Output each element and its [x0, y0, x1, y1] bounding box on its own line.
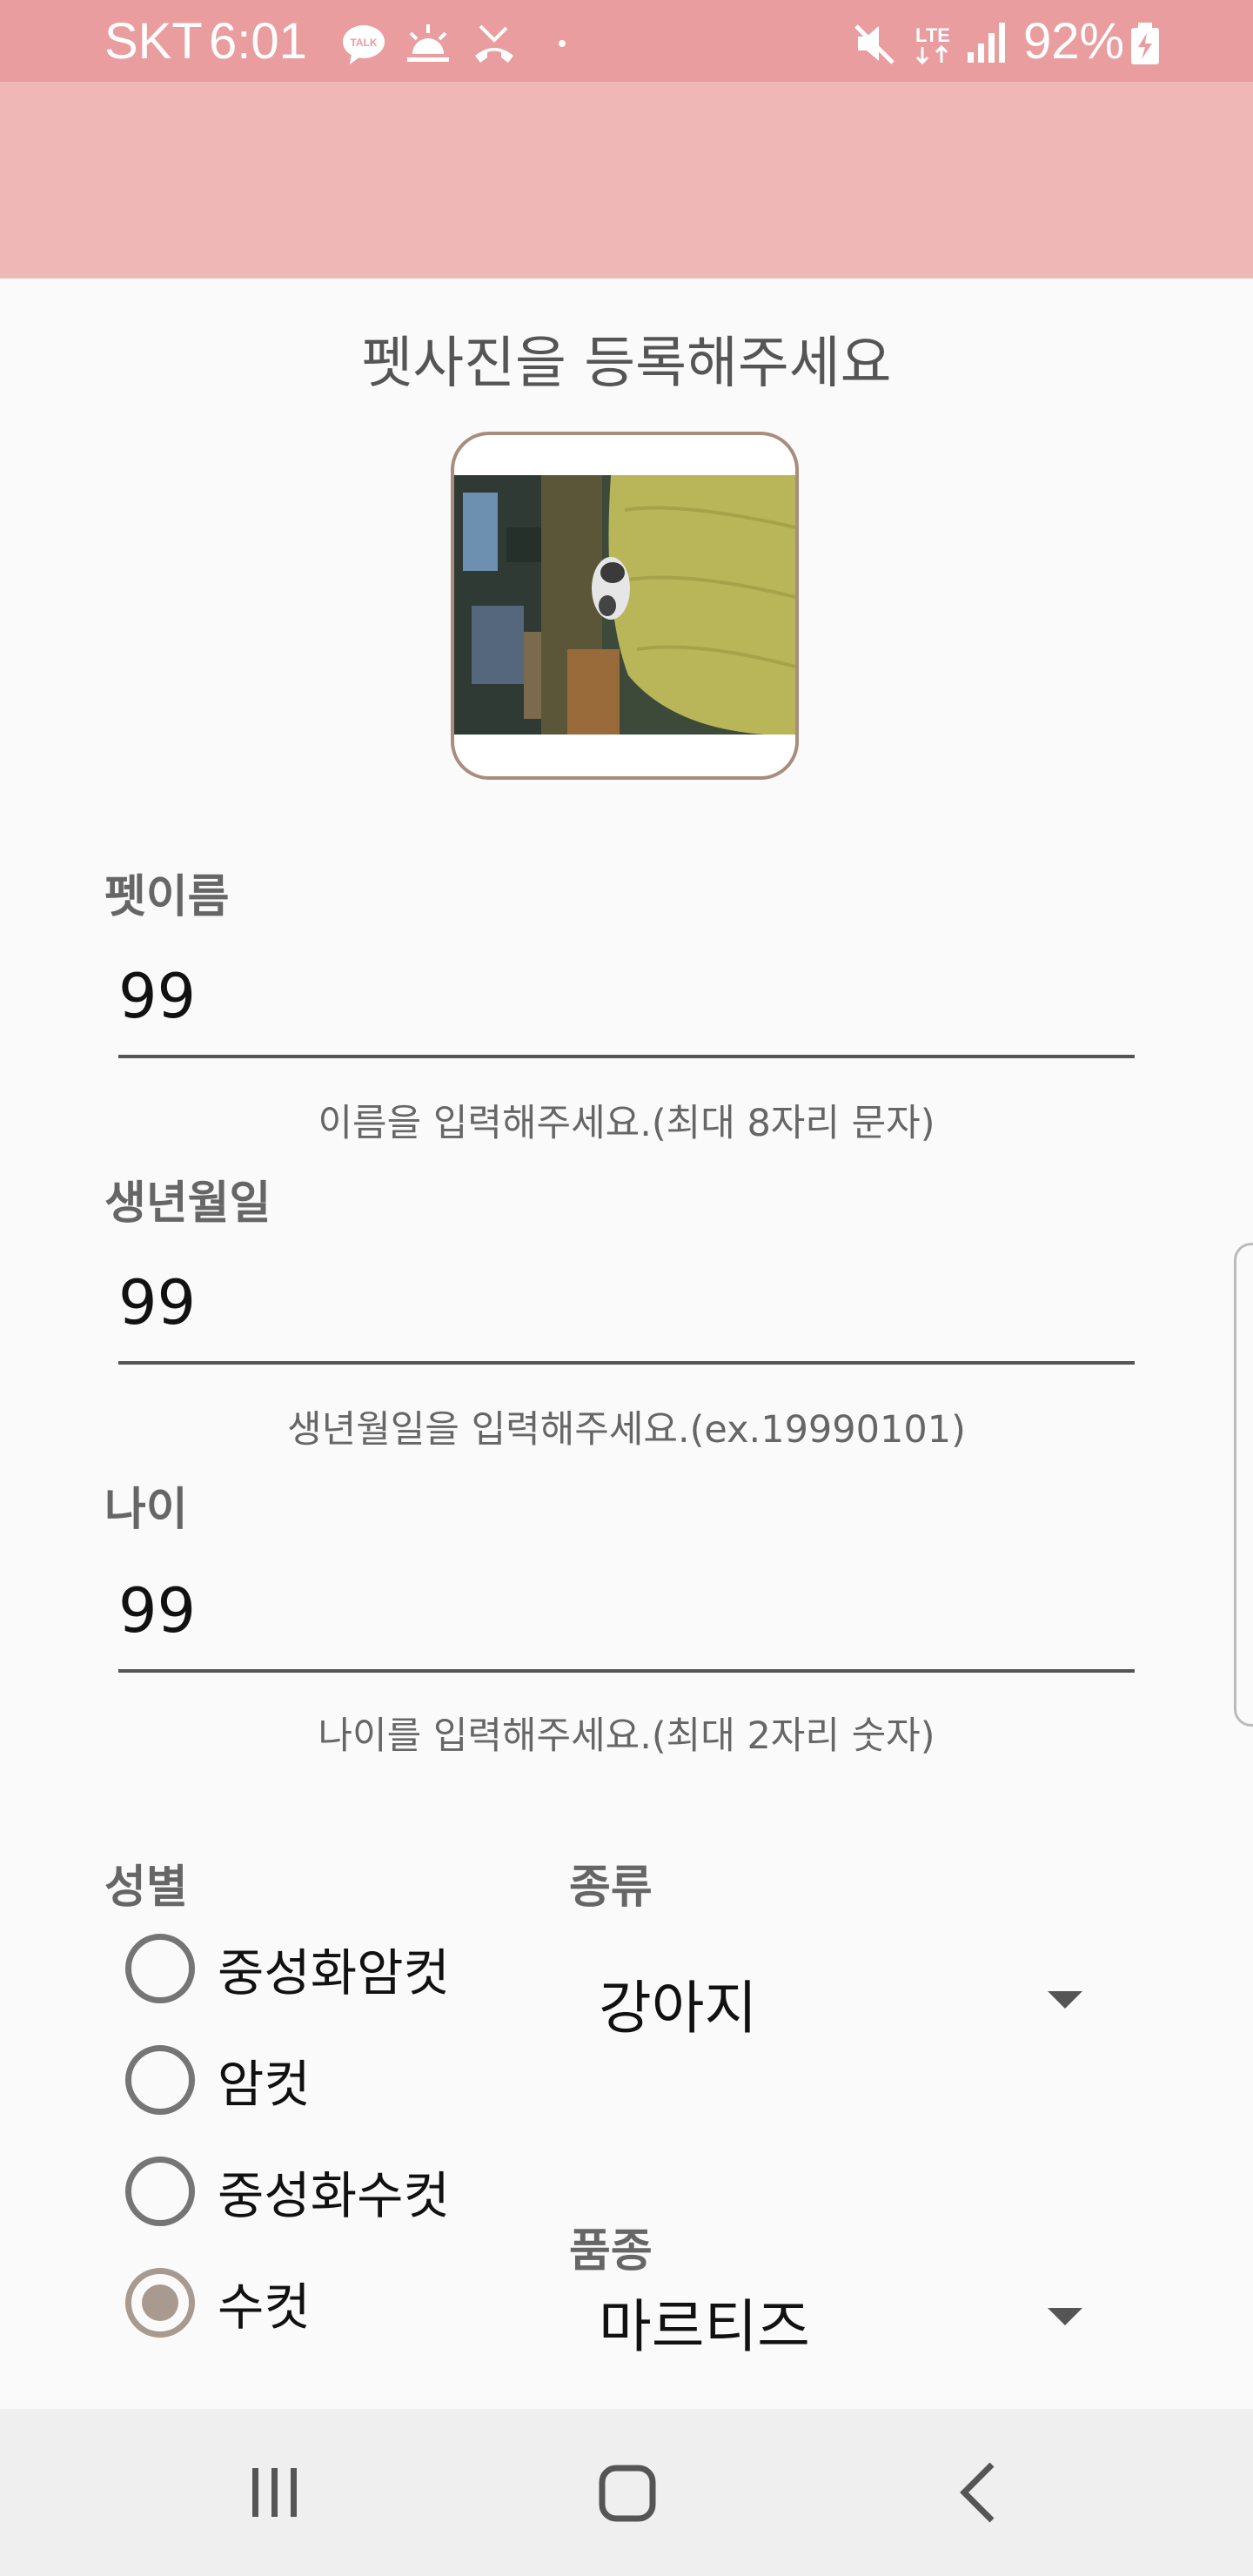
pet-name-label: 펫이름 [104, 871, 230, 923]
birth-date-label: 생년월일 [104, 1177, 271, 1230]
age-label: 나이 [104, 1484, 188, 1536]
pet-photo [454, 475, 795, 735]
pet-name-underline [118, 1055, 1135, 1058]
app-bar [0, 82, 1253, 278]
clock: 6:01 [209, 13, 307, 70]
signal-icon [968, 23, 1005, 63]
gender-radio-neutered-male[interactable] [125, 2157, 195, 2226]
gender-option-label[interactable]: 수컷 [218, 2266, 311, 2339]
mute-icon [854, 24, 895, 64]
dot-icon [559, 40, 566, 47]
weather-icon [407, 24, 449, 62]
kind-label: 종류 [569, 1862, 653, 1914]
breed-label: 품종 [569, 2225, 653, 2277]
gender-label: 성별 [104, 1862, 188, 1914]
kind-spinner[interactable]: 강아지 [599, 1962, 757, 2045]
gender-option-label[interactable]: 암컷 [218, 2043, 311, 2116]
recent-apps-icon[interactable] [249, 2465, 301, 2520]
gender-radio-female[interactable] [125, 2045, 195, 2115]
age-underline [118, 1669, 1135, 1673]
birth-date-input[interactable]: 99 [118, 1267, 196, 1338]
breed-spinner[interactable]: 마르티즈 [599, 2280, 810, 2364]
pet-name-help: 이름을 입력해주세요.(최대 8자리 문자) [318, 1102, 935, 1145]
home-icon[interactable] [599, 2465, 656, 2522]
birth-date-help: 생년월일을 입력해주세요.(ex.19990101) [287, 1408, 966, 1452]
back-icon[interactable] [957, 2461, 997, 2524]
photo-section-title: 펫사진을 등록해주세요 [361, 332, 892, 396]
carrier-label: SKT [104, 13, 203, 70]
lte-label: LTE [915, 24, 950, 46]
gender-option-label[interactable]: 중성화암컷 [218, 1932, 450, 2005]
status-bar: SKT 6:01 TALK LTE 92% [0, 0, 1253, 82]
battery-percent: 92% [1023, 13, 1125, 70]
age-help: 나이를 입력해주세요.(최대 2자리 숫자) [318, 1714, 935, 1758]
svg-text:TALK: TALK [350, 37, 377, 49]
lte-icon: LTE [915, 24, 950, 65]
pet-photo-button[interactable] [451, 432, 799, 780]
birth-date-underline [118, 1361, 1135, 1365]
edge-panel-handle[interactable] [1234, 1243, 1253, 1727]
missed-call-icon [475, 24, 513, 63]
gender-radio-neutered-female[interactable] [125, 1934, 195, 2003]
kakaotalk-icon: TALK [343, 25, 385, 64]
age-input[interactable]: 99 [118, 1575, 196, 1647]
battery-charging-icon [1131, 23, 1159, 64]
kind-dropdown-arrow-icon[interactable] [1048, 1991, 1082, 2009]
gender-radio-male[interactable] [125, 2268, 195, 2338]
pet-name-input[interactable]: 99 [118, 961, 196, 1032]
gender-option-label[interactable]: 중성화수컷 [218, 2155, 450, 2228]
navigation-bar [0, 2409, 1253, 2576]
breed-dropdown-arrow-icon[interactable] [1048, 2308, 1082, 2325]
